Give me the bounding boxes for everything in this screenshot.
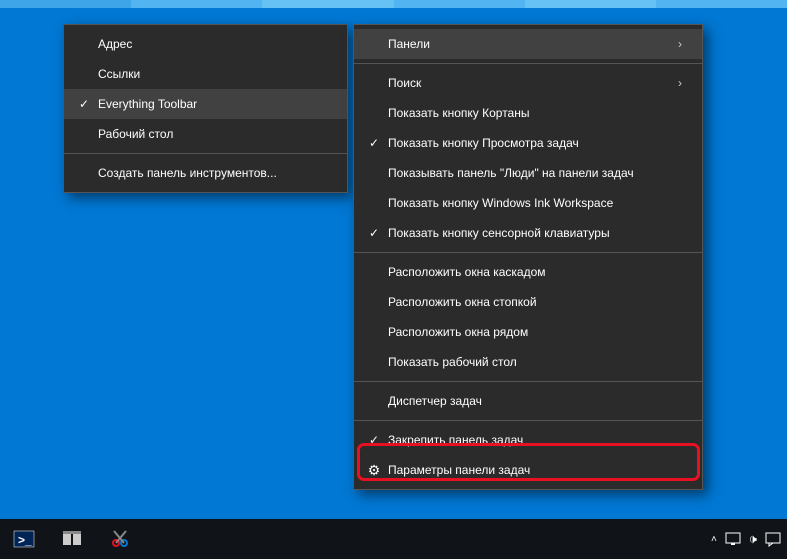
check-icon: ✓ <box>364 433 384 447</box>
menu-item-sidebyside[interactable]: Расположить окна рядом <box>354 317 702 347</box>
tray-network-icon[interactable] <box>725 531 741 547</box>
desktop-accent <box>0 0 787 8</box>
powershell-icon: >_ <box>12 527 36 551</box>
menu-item-label: Показать кнопку Просмотра задач <box>384 136 682 150</box>
menu-item-label: Панели <box>384 37 678 51</box>
svg-text:>_: >_ <box>18 533 32 547</box>
menu-item-label: Everything Toolbar <box>94 97 327 111</box>
submenu-item-desktop[interactable]: Рабочий стол <box>64 119 347 149</box>
menu-item-label: Создать панель инструментов... <box>94 166 327 180</box>
menu-item-show-desktop[interactable]: Показать рабочий стол <box>354 347 702 377</box>
menu-item-label: Расположить окна рядом <box>384 325 682 339</box>
menu-separator <box>64 153 347 154</box>
menu-separator <box>354 420 702 421</box>
menu-item-label: Показать кнопку Windows Ink Workspace <box>384 196 682 210</box>
menu-item-panels[interactable]: Панели › <box>354 29 702 59</box>
chevron-right-icon: › <box>678 76 682 90</box>
submenu-item-new-toolbar[interactable]: Создать панель инструментов... <box>64 158 347 188</box>
menu-item-task-view-button[interactable]: ✓ Показать кнопку Просмотра задач <box>354 128 702 158</box>
menu-item-label: Показывать панель "Люди" на панели задач <box>384 166 682 180</box>
menu-item-label: Адрес <box>94 37 327 51</box>
menu-item-label: Поиск <box>384 76 678 90</box>
check-icon: ✓ <box>74 97 94 111</box>
taskbar-app-unknown1[interactable] <box>48 519 96 559</box>
submenu-item-links[interactable]: Ссылки <box>64 59 347 89</box>
menu-item-label: Рабочий стол <box>94 127 327 141</box>
menu-item-taskbar-settings[interactable]: ⚙ Параметры панели задач <box>354 455 702 485</box>
taskbar-app-powershell[interactable]: >_ <box>0 519 48 559</box>
tray-speaker-icon[interactable]: 🕩 <box>749 531 757 547</box>
menu-item-label: Расположить окна каскадом <box>384 265 682 279</box>
submenu-item-address[interactable]: Адрес <box>64 29 347 59</box>
menu-item-label: Параметры панели задач <box>384 463 682 477</box>
menu-item-label: Расположить окна стопкой <box>384 295 682 309</box>
system-tray: ˄ 🕩 <box>711 531 787 547</box>
taskbar-context-menu: Панели › Поиск › Показать кнопку Кортаны… <box>353 24 703 490</box>
taskbar[interactable]: >_ ˄ 🕩 <box>0 519 787 559</box>
menu-item-label: Показать рабочий стол <box>384 355 682 369</box>
menu-item-cortana-button[interactable]: Показать кнопку Кортаны <box>354 98 702 128</box>
menu-item-stack[interactable]: Расположить окна стопкой <box>354 287 702 317</box>
menu-item-task-manager[interactable]: Диспетчер задач <box>354 386 702 416</box>
menu-item-label: Показать кнопку сенсорной клавиатуры <box>384 226 682 240</box>
menu-item-label: Диспетчер задач <box>384 394 682 408</box>
menu-item-label: Закрепить панель задач <box>384 433 682 447</box>
menu-item-label: Ссылки <box>94 67 327 81</box>
submenu-item-everything-toolbar[interactable]: ✓ Everything Toolbar <box>64 89 347 119</box>
taskbar-left: >_ <box>0 519 144 559</box>
tray-overflow-icon[interactable]: ˄ <box>711 534 717 545</box>
menu-separator <box>354 381 702 382</box>
menu-item-people-panel[interactable]: Показывать панель "Люди" на панели задач <box>354 158 702 188</box>
menu-separator <box>354 252 702 253</box>
gear-icon: ⚙ <box>364 462 384 479</box>
chevron-right-icon: › <box>678 37 682 51</box>
menu-item-search[interactable]: Поиск › <box>354 68 702 98</box>
check-icon: ✓ <box>364 136 384 150</box>
app-icon <box>60 527 84 551</box>
tray-action-center-icon[interactable] <box>765 531 781 547</box>
menu-item-label: Показать кнопку Кортаны <box>384 106 682 120</box>
snip-icon <box>108 527 132 551</box>
menu-item-lock-taskbar[interactable]: ✓ Закрепить панель задач <box>354 425 702 455</box>
menu-item-cascade[interactable]: Расположить окна каскадом <box>354 257 702 287</box>
check-icon: ✓ <box>364 226 384 240</box>
menu-item-touch-keyboard[interactable]: ✓ Показать кнопку сенсорной клавиатуры <box>354 218 702 248</box>
taskbar-app-snip[interactable] <box>96 519 144 559</box>
menu-separator <box>354 63 702 64</box>
menu-item-ink-workspace[interactable]: Показать кнопку Windows Ink Workspace <box>354 188 702 218</box>
toolbars-submenu: Адрес Ссылки ✓ Everything Toolbar Рабочи… <box>63 24 348 193</box>
